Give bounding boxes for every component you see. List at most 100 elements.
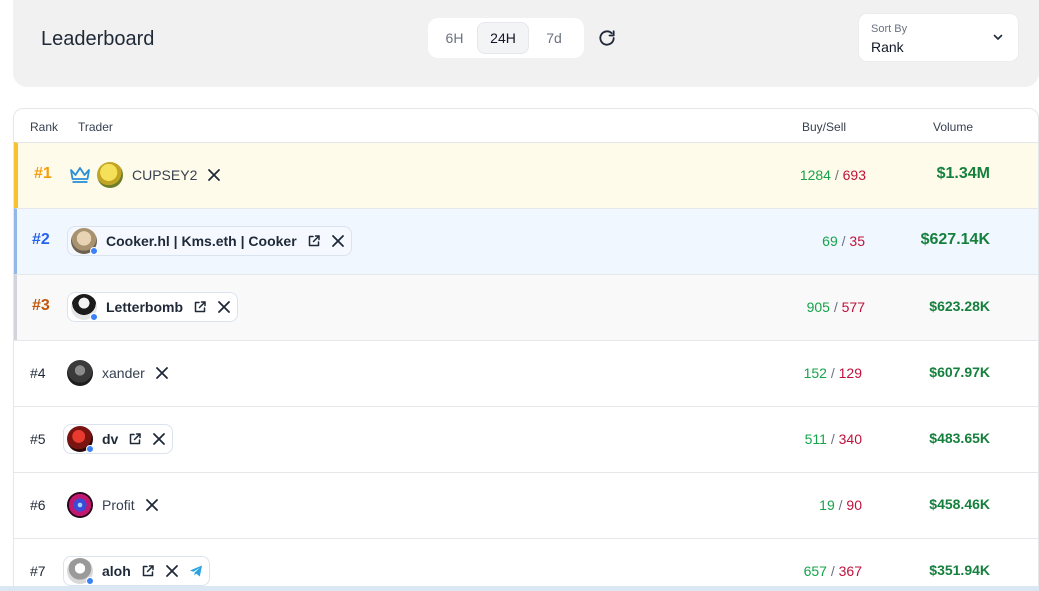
column-header-trader[interactable]: Trader: [78, 120, 113, 134]
rank-cell: #2: [32, 231, 50, 248]
trader-cell[interactable]: aloh: [63, 556, 210, 586]
buy-count: 657: [803, 563, 827, 579]
table-row[interactable]: #3 Letterbomb 905 / 577 $623.28K: [14, 274, 1038, 340]
buysell-cell: 905 / 577: [725, 299, 865, 315]
sell-count: 90: [846, 497, 862, 513]
rank-cell: #5: [30, 431, 46, 447]
trader-cell[interactable]: CUPSEY2: [69, 160, 221, 190]
buysell-cell: 1284 / 693: [726, 167, 866, 183]
trader-cell[interactable]: Profit: [67, 490, 159, 520]
external-link-icon[interactable]: [141, 564, 155, 578]
refresh-icon[interactable]: [597, 28, 617, 48]
volume-cell: $351.94K: [929, 562, 990, 578]
column-header-buysell[interactable]: Buy/Sell: [802, 120, 846, 134]
avatar: [67, 558, 94, 585]
trader-name: aloh: [102, 563, 131, 579]
x-twitter-icon[interactable]: [331, 234, 345, 248]
buysell-cell: 19 / 90: [722, 497, 862, 513]
horizontal-scrollbar[interactable]: [0, 586, 1039, 591]
leaderboard-table: Rank Trader Buy/Sell Volume #1 CUPSEY2 1…: [13, 108, 1039, 591]
external-link-icon[interactable]: [307, 234, 321, 248]
avatar: [67, 426, 94, 453]
table-row[interactable]: #2 Cooker.hl | Kms.eth | Cooker 69 / 35 …: [14, 208, 1038, 274]
buysell-separator: /: [830, 563, 839, 579]
rank-cell: #6: [30, 497, 46, 513]
buysell-cell: 511 / 340: [722, 431, 862, 447]
x-twitter-icon[interactable]: [152, 432, 166, 446]
trader-cell[interactable]: xander: [67, 358, 169, 388]
verified-dot: [90, 247, 98, 255]
table-row[interactable]: #1 CUPSEY2 1284 / 693 $1.34M: [14, 142, 1038, 208]
telegram-icon[interactable]: [189, 564, 203, 578]
avatar: [71, 228, 98, 255]
trader-name: Letterbomb: [106, 299, 183, 315]
trader-name: Cooker.hl | Kms.eth | Cooker: [106, 233, 297, 249]
buy-count: 19: [819, 497, 835, 513]
table-header: Rank Trader Buy/Sell Volume: [14, 109, 1038, 142]
sell-count: 35: [849, 233, 865, 249]
avatar: [67, 360, 93, 386]
buysell-separator: /: [830, 431, 839, 447]
timeframe-tabs: 6H 24H 7d: [428, 18, 584, 58]
buysell-separator: /: [834, 167, 843, 183]
sort-by-select[interactable]: Sort By Rank: [858, 13, 1019, 62]
sell-count: 367: [838, 563, 862, 579]
header-panel: Leaderboard 6H 24H 7d Sort By Rank: [13, 0, 1039, 87]
avatar: [97, 162, 123, 188]
x-twitter-icon[interactable]: [217, 300, 231, 314]
trader-cell[interactable]: dv: [63, 424, 174, 454]
volume-cell: $607.97K: [929, 364, 990, 380]
page-title: Leaderboard: [41, 28, 155, 50]
verified-dot: [86, 445, 94, 453]
buysell-separator: /: [833, 299, 842, 315]
table-row[interactable]: #6 Profit 19 / 90 $458.46K: [14, 472, 1038, 538]
volume-cell: $458.46K: [929, 496, 990, 512]
buysell-separator: /: [830, 365, 839, 381]
buy-count: 69: [822, 233, 838, 249]
rank-cell: #7: [30, 563, 46, 579]
trader-name: dv: [102, 431, 119, 447]
tab-24h[interactable]: 24H: [477, 22, 529, 54]
x-twitter-icon[interactable]: [165, 564, 179, 578]
volume-cell: $483.65K: [929, 430, 990, 446]
sort-by-value: Rank: [871, 39, 904, 55]
table-row[interactable]: #4 xander 152 / 129 $607.97K: [14, 340, 1038, 406]
x-twitter-icon[interactable]: [155, 366, 169, 380]
rank-cell: #3: [32, 297, 50, 314]
sell-count: 577: [841, 299, 865, 315]
rank-cell: #4: [30, 365, 46, 381]
trader-name: Profit: [102, 497, 135, 513]
trader-name: CUPSEY2: [132, 167, 198, 183]
verified-dot: [86, 577, 94, 585]
rank-cell: #1: [34, 165, 52, 182]
tab-6h[interactable]: 6H: [432, 22, 477, 54]
buy-count: 1284: [799, 167, 831, 183]
sell-count: 129: [838, 365, 862, 381]
x-twitter-icon[interactable]: [207, 168, 221, 182]
buy-count: 511: [804, 431, 827, 447]
sell-count: 340: [838, 431, 862, 447]
volume-cell: $627.14K: [920, 231, 990, 248]
column-header-rank[interactable]: Rank: [30, 120, 58, 134]
external-link-icon[interactable]: [128, 432, 142, 446]
table-row[interactable]: #7 aloh 657 / 367 $351.94K: [14, 538, 1038, 590]
buysell-cell: 152 / 129: [722, 365, 862, 381]
table-row[interactable]: #5 dv 511 / 340 $483.65K: [14, 406, 1038, 472]
trader-cell[interactable]: Cooker.hl | Kms.eth | Cooker: [67, 226, 352, 256]
x-twitter-icon[interactable]: [145, 498, 159, 512]
trader-name: xander: [102, 365, 145, 381]
buysell-cell: 69 / 35: [725, 233, 865, 249]
volume-cell: $1.34M: [936, 165, 990, 182]
buy-count: 152: [803, 365, 827, 381]
verified-dot: [90, 313, 98, 321]
tab-7d[interactable]: 7d: [529, 22, 579, 54]
sort-by-label: Sort By: [871, 23, 908, 35]
avatar: [71, 294, 98, 321]
trader-cell[interactable]: Letterbomb: [67, 292, 238, 322]
buysell-cell: 657 / 367: [722, 563, 862, 579]
chevron-down-icon: [993, 34, 1003, 40]
sell-count: 693: [842, 167, 866, 183]
buy-count: 905: [806, 299, 830, 315]
external-link-icon[interactable]: [193, 300, 207, 314]
column-header-volume[interactable]: Volume: [933, 120, 973, 134]
